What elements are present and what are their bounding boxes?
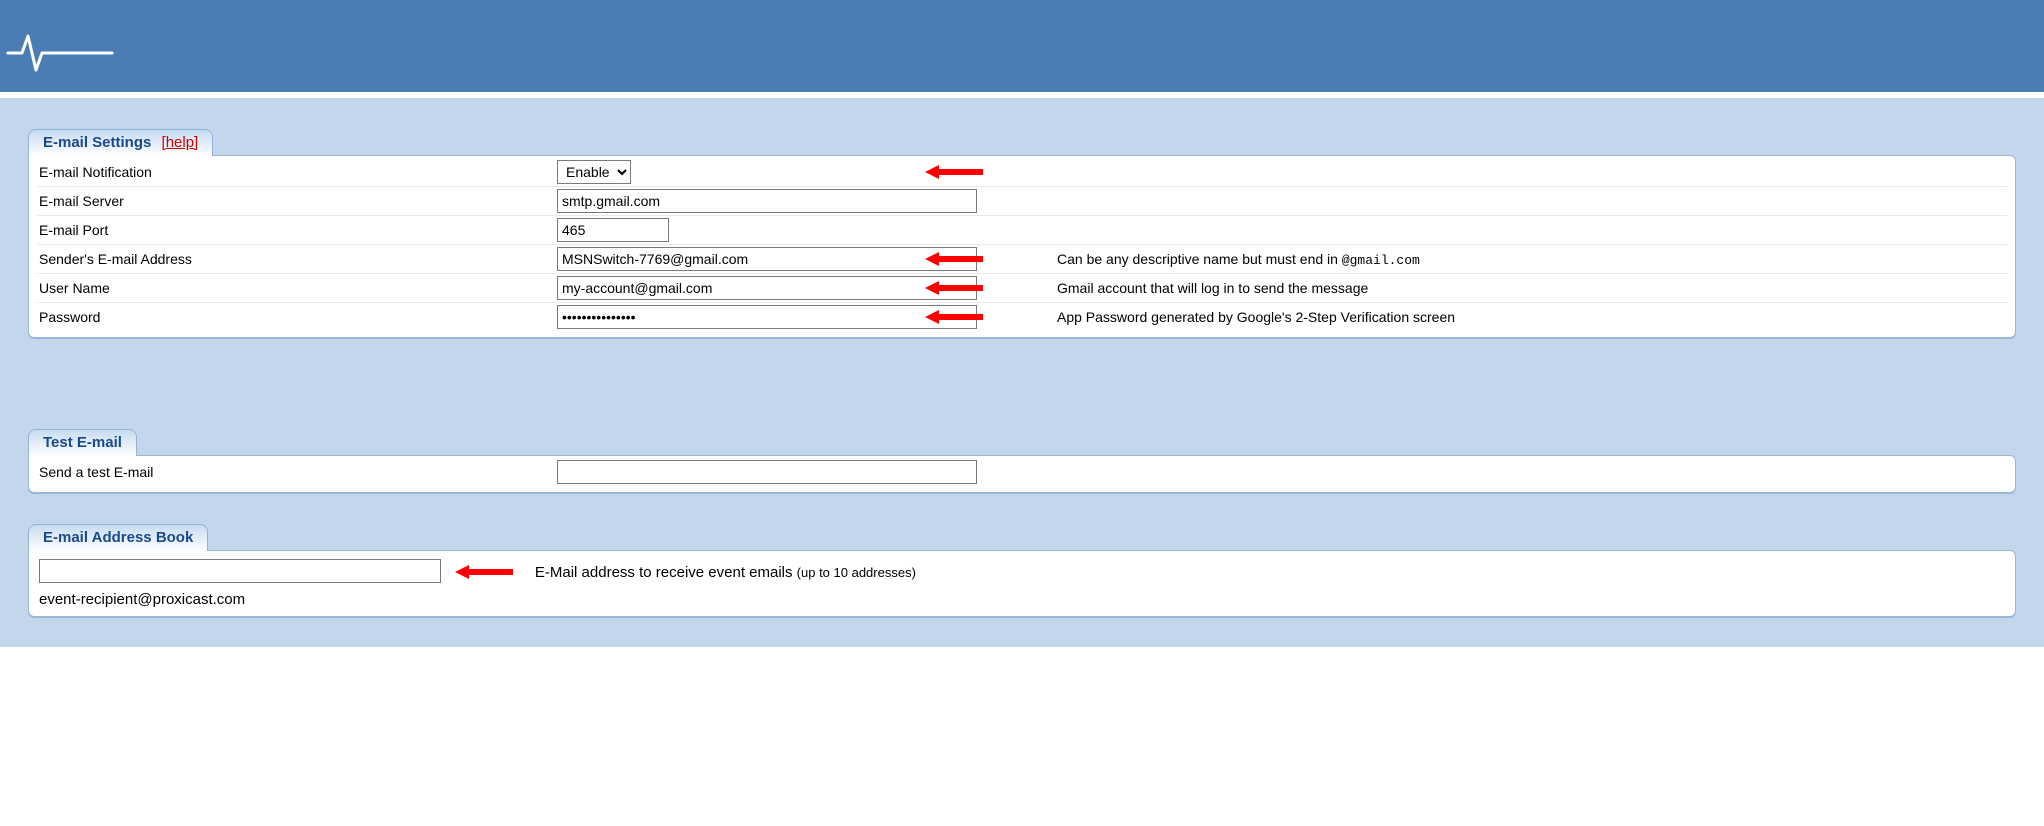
annotation-user: Gmail account that will log in to send t… [1057,280,1368,296]
label-user-name: User Name [37,280,557,296]
email-port-input[interactable] [557,218,669,242]
sender-email-input[interactable] [557,247,977,271]
tab-address-book-title: E-mail Address Book [43,529,193,546]
send-test-input[interactable] [557,460,977,484]
heartbeat-logo-icon [6,28,116,78]
label-email-port: E-mail Port [37,222,557,238]
annotation-sender: Can be any descriptive name but must end… [1057,251,1420,267]
tab-email-settings-title: E-mail Settings [43,134,151,151]
tab-test-email-title: Test E-mail [43,434,122,451]
label-password: Password [37,309,557,325]
arrow-icon [925,310,983,324]
row-new-address: E-Mail address to receive event emails (… [39,559,2007,583]
email-server-input[interactable] [557,189,977,213]
row-email-server: E-mail Server [37,187,2007,216]
row-send-test: Send a test E-mail [37,458,2007,486]
arrow-icon [925,252,983,266]
tab-email-settings[interactable]: E-mail Settings [help] [28,129,213,156]
content-area: E-mail Settings [help] E-mail Notificati… [0,98,2044,647]
arrow-icon [455,565,513,579]
tab-test-email[interactable]: Test E-mail [28,429,137,456]
row-password: Password App Password generated by Googl… [37,303,2007,331]
email-notification-select[interactable]: Enable [557,160,631,184]
row-sender-email: Sender's E-mail Address Can be any descr… [37,245,2007,274]
annotation-address: E-Mail address to receive event emails (… [535,564,916,581]
label-email-server: E-mail Server [37,193,557,209]
panel-address-book: E-Mail address to receive event emails (… [28,550,2016,617]
help-link[interactable]: [help] [162,134,199,151]
password-input[interactable] [557,305,977,329]
panel-email-settings: E-mail Notification Enable E-mail Server [28,155,2016,338]
panel-test-email: Send a test E-mail [28,455,2016,493]
new-address-input[interactable] [39,559,441,583]
row-email-port: E-mail Port [37,216,2007,245]
annotation-password: App Password generated by Google's 2-Ste… [1057,309,1455,325]
arrow-icon [925,281,983,295]
row-email-notification: E-mail Notification Enable [37,158,2007,187]
tab-address-book[interactable]: E-mail Address Book [28,524,208,551]
row-user-name: User Name Gmail account that will log in… [37,274,2007,303]
user-name-input[interactable] [557,276,977,300]
arrow-icon [925,165,983,179]
existing-address-1: event-recipient@proxicast.com [37,589,2007,610]
label-sender-email: Sender's E-mail Address [37,251,557,267]
label-email-notification: E-mail Notification [37,164,557,180]
label-send-test: Send a test E-mail [37,464,557,480]
header-bar [0,0,2044,92]
